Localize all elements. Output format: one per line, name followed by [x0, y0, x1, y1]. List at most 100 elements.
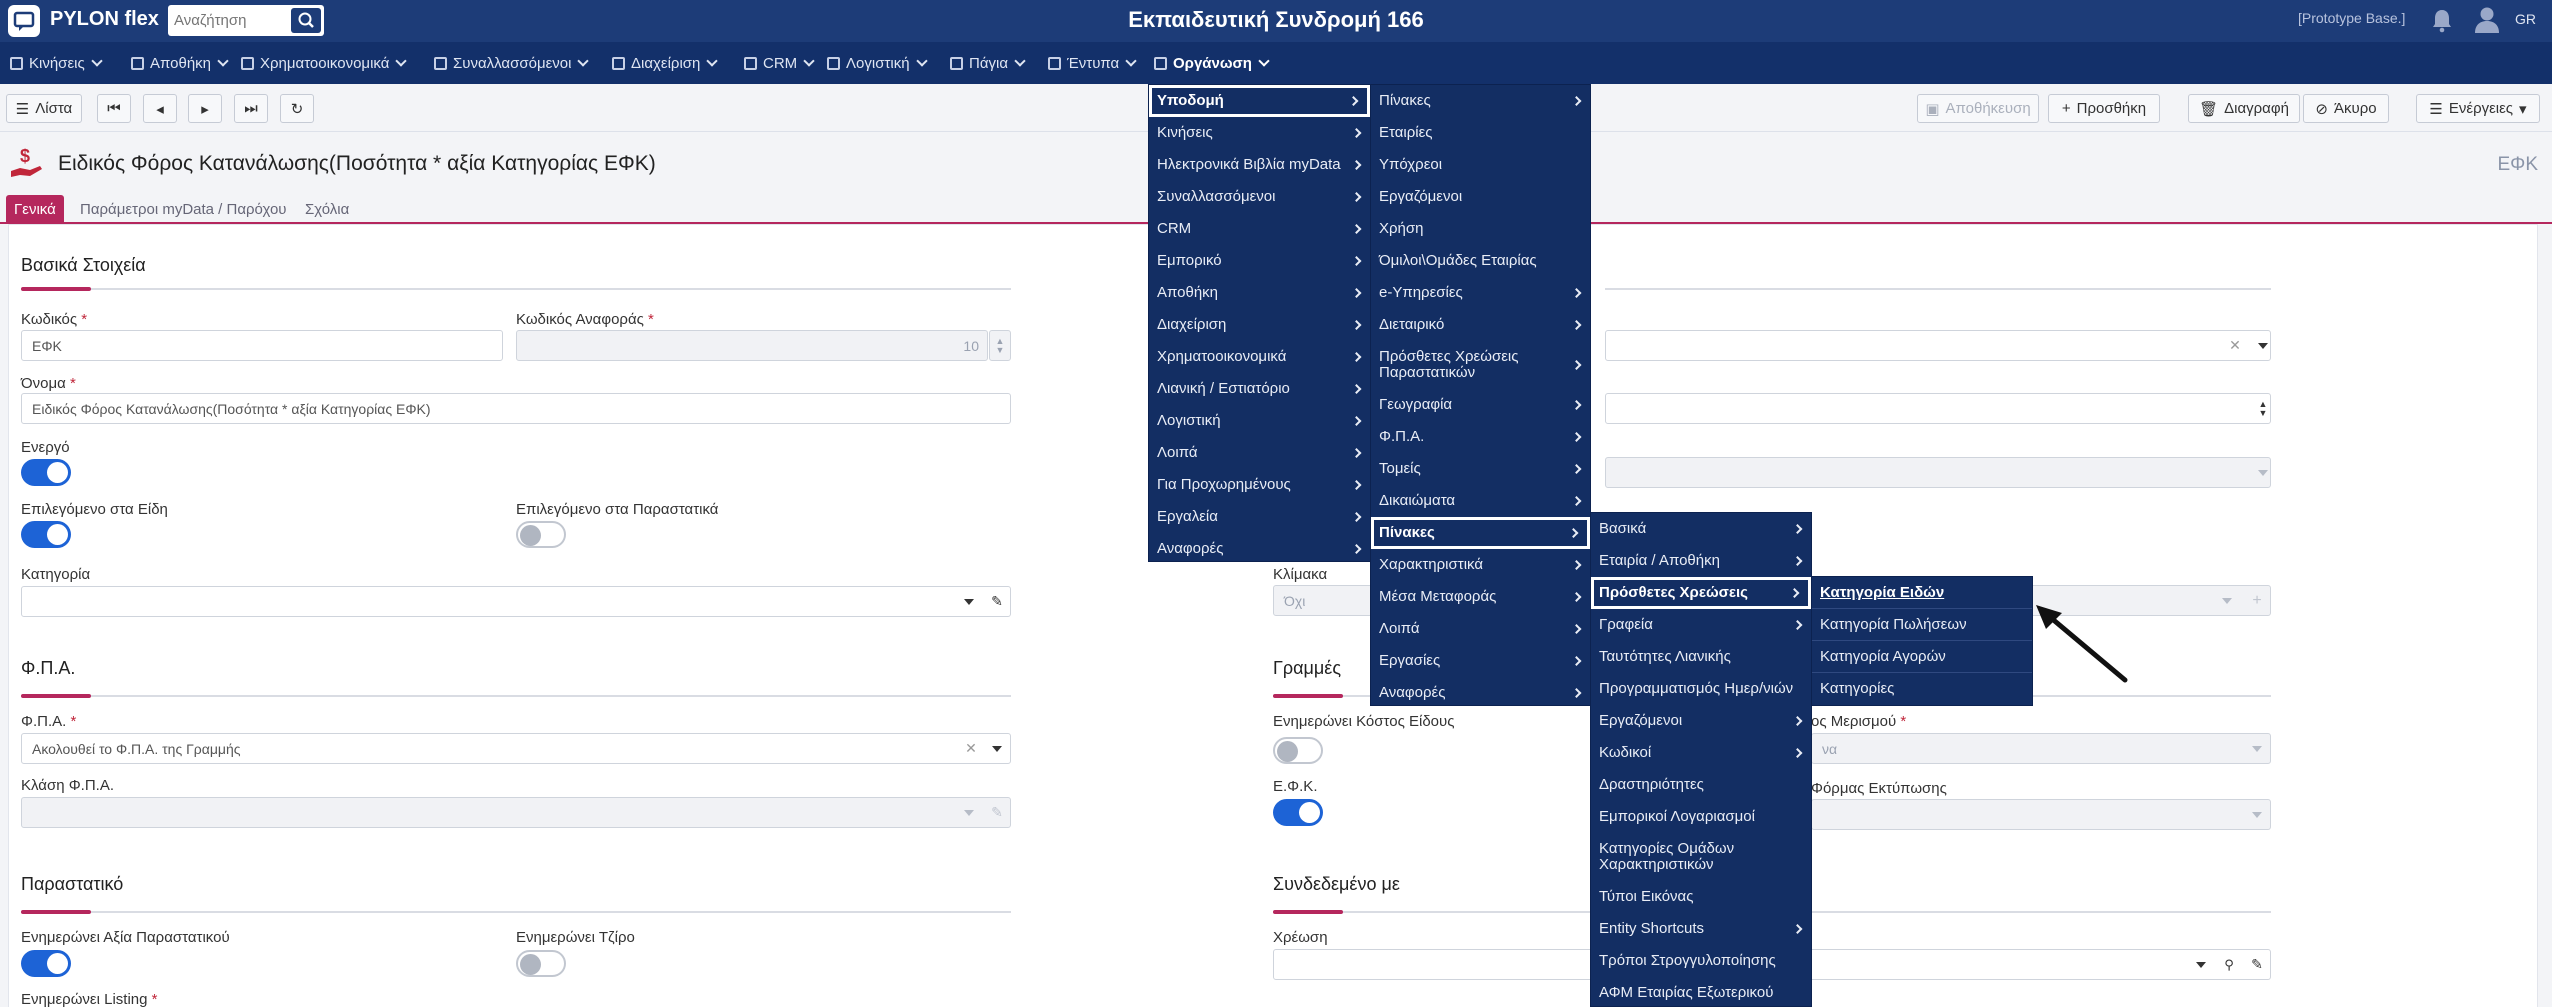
right-dropdown-arrow-2[interactable]	[2249, 457, 2277, 488]
selectable-items-toggle[interactable]	[21, 521, 71, 548]
menu2-item-dikaiomata[interactable]: Δικαιώματα	[1371, 485, 1590, 517]
name-input[interactable]: Ειδικός Φόρος Κατανάλωσης(Ποσότητα * αξί…	[21, 393, 1011, 424]
menu-logistiki[interactable]: Λογιστική	[827, 42, 928, 84]
save-button[interactable]: ▣ Αποθήκευση	[1917, 94, 2039, 123]
menu2-item-ypoxreoi[interactable]: Υπόχρεοι	[1371, 149, 1590, 181]
menu3-item-prosthetes-xreoseis[interactable]: Πρόσθετες Χρεώσεις	[1591, 577, 1811, 609]
menu3-item-programmatismos[interactable]: Προγραμματισμός Ημερ/νιών	[1591, 673, 1811, 705]
search-input[interactable]	[174, 8, 284, 33]
menu2-item-geografia[interactable]: Γεωγραφία	[1371, 389, 1590, 421]
vat-dropdown-arrow[interactable]	[983, 733, 1011, 764]
search-icon[interactable]: ⚲	[2215, 949, 2243, 980]
menu3-item-vasika[interactable]: Βασικά	[1591, 513, 1811, 545]
logo-icon[interactable]	[8, 5, 40, 37]
right-select-1[interactable]	[1605, 330, 2271, 361]
language-selector[interactable]: GR	[2515, 11, 2536, 27]
menu4-item-kathgories[interactable]: Κατηγορίες	[1812, 673, 2032, 705]
refresh-button[interactable]: ↻	[280, 94, 314, 123]
menu-synallassomenoi[interactable]: Συναλλασσόμενοι	[434, 42, 590, 84]
last-record-button[interactable]: ⏭	[234, 94, 268, 123]
selectable-docs-toggle[interactable]	[516, 521, 566, 548]
menu1-item-ypodomi[interactable]: Υποδομή	[1149, 85, 1370, 117]
user-icon[interactable]	[2473, 5, 2501, 35]
menu-entypa[interactable]: Έντυπα	[1048, 42, 1137, 84]
menu-crm[interactable]: CRM	[744, 42, 815, 84]
first-record-button[interactable]: ⏮	[97, 94, 131, 123]
actions-button[interactable]: ☰ Ενέργειες ▾	[2416, 94, 2540, 123]
menu2-item-dietairiko[interactable]: Διεταιρικό	[1371, 309, 1590, 341]
ref-code-stepper[interactable]: ▲ ▼	[989, 330, 1011, 361]
menu2-item-ergazomenoi[interactable]: Εργαζόμενοι	[1371, 181, 1590, 213]
menu2-item-xrisi[interactable]: Χρήση	[1371, 213, 1590, 245]
active-toggle[interactable]	[21, 459, 71, 486]
tab-mydata[interactable]: Παράμετροι myData / Παρόχου	[72, 195, 295, 224]
menu-diaxeirisi[interactable]: Διαχείριση	[612, 42, 719, 84]
vat-select[interactable]: Ακολουθεί το Φ.Π.Α. της Γραμμής	[21, 733, 1011, 764]
ref-code-input[interactable]: 10	[516, 330, 988, 361]
menu1-item-anafores[interactable]: Αναφορές	[1149, 533, 1370, 565]
menu2-item-e-ypiresies[interactable]: e-Υπηρεσίες	[1371, 277, 1590, 309]
menu2-item-loipa[interactable]: Λοιπά	[1371, 613, 1590, 645]
updates-cost-toggle[interactable]	[1273, 737, 1323, 764]
print-form-select[interactable]	[1811, 799, 2271, 830]
allocation-dropdown-arrow[interactable]	[2243, 733, 2271, 764]
menu3-item-emporikoi-logariasmoi[interactable]: Εμπορικοί Λογαριασμοί	[1591, 801, 1811, 833]
right-number-input[interactable]	[1605, 393, 2271, 424]
pencil-icon[interactable]: ✎	[2243, 949, 2271, 980]
previous-record-button[interactable]: ◂	[143, 94, 177, 123]
menu2-item-mesa-metaforas[interactable]: Μέσα Μεταφοράς	[1371, 581, 1590, 613]
updates-doc-value-toggle[interactable]	[21, 950, 71, 977]
next-record-button[interactable]: ▸	[188, 94, 222, 123]
menu2-item-ergasies[interactable]: Εργασίες	[1371, 645, 1590, 677]
menu1-item-crm[interactable]: CRM	[1149, 213, 1370, 245]
menu4-item-kathgoria-poliseon[interactable]: Κατηγορία Πωλήσεων	[1812, 609, 2032, 641]
efk-toggle[interactable]	[1273, 799, 1323, 826]
menu3-item-kodikoi[interactable]: Κωδικοί	[1591, 737, 1811, 769]
menu2-item-xaraktiristika[interactable]: Χαρακτηριστικά	[1371, 549, 1590, 581]
updates-turnover-toggle[interactable]	[516, 950, 566, 977]
search-button[interactable]	[291, 8, 321, 33]
list-button[interactable]: ☰ Λίστα	[6, 94, 82, 123]
menu1-item-logistiki[interactable]: Λογιστική	[1149, 405, 1370, 437]
menu-organosi[interactable]: Οργάνωση	[1154, 42, 1270, 84]
menu2-item-fpa[interactable]: Φ.Π.Α.	[1371, 421, 1590, 453]
menu1-item-mydata[interactable]: Ηλεκτρονικά Βιβλία myData	[1149, 149, 1370, 181]
menu3-item-tropoi-strogg[interactable]: Τρόποι Στρογγυλοποίησης	[1591, 945, 1811, 977]
print-form-dropdown-arrow[interactable]	[2243, 799, 2271, 830]
menu2-item-tomeis[interactable]: Τομείς	[1371, 453, 1590, 485]
code-input[interactable]: ΕΦΚ	[21, 330, 503, 361]
menu-pagia[interactable]: Πάγια	[950, 42, 1026, 84]
pencil-icon[interactable]: ✎	[983, 797, 1011, 828]
menu1-item-advanced[interactable]: Για Προχωρημένους	[1149, 469, 1370, 501]
menu3-item-etairia-apothiki[interactable]: Εταιρία / Αποθήκη	[1591, 545, 1811, 577]
scale-dropdown-arrow[interactable]	[2213, 585, 2241, 616]
menu3-item-taytotites-lianikis[interactable]: Ταυτότητες Λιανικής	[1591, 641, 1811, 673]
add-button[interactable]: + Προσθήκη	[2048, 94, 2160, 123]
allocation-select[interactable]: να	[1811, 733, 2271, 764]
clear-icon[interactable]: ✕	[2221, 330, 2249, 361]
menu3-item-drastiriotites[interactable]: Δραστηριότητες	[1591, 769, 1811, 801]
menu2-item-pinakes-selected[interactable]: Πίνακες	[1371, 517, 1590, 549]
menu4-item-kathgoria-eidon[interactable]: Κατηγορία Ειδών	[1812, 577, 2032, 609]
menu1-item-emporiko[interactable]: Εμπορικό	[1149, 245, 1370, 277]
menu-kiniseis[interactable]: Κινήσεις	[10, 42, 103, 84]
menu1-item-synallassomenoi[interactable]: Συναλλασσόμενοι	[1149, 181, 1370, 213]
menu2-item-anafores[interactable]: Αναφορές	[1371, 677, 1590, 709]
vat-class-select[interactable]	[21, 797, 1011, 828]
right-stepper[interactable]: ▲ ▼	[2249, 393, 2277, 424]
menu1-item-ergaleia[interactable]: Εργαλεία	[1149, 501, 1370, 533]
menu3-item-typoi-eikonas[interactable]: Τύποι Εικόνας	[1591, 881, 1811, 913]
charge-dropdown-arrow[interactable]	[2187, 949, 2215, 980]
clear-icon[interactable]: ✕	[957, 733, 985, 764]
bell-icon[interactable]	[2430, 7, 2454, 33]
pencil-icon[interactable]: ✎	[983, 586, 1011, 617]
right-select-2[interactable]	[1605, 457, 2271, 488]
menu-apothiki[interactable]: Αποθήκη	[131, 42, 229, 84]
menu1-item-apothiki[interactable]: Αποθήκη	[1149, 277, 1370, 309]
menu3-item-kathgories-omadon[interactable]: Κατηγορίες Ομάδων Χαρακτηριστικών	[1591, 833, 1811, 881]
menu2-item-pinakes[interactable]: Πίνακες	[1371, 85, 1590, 117]
delete-button[interactable]: 🗑 Διαγραφή	[2188, 94, 2300, 123]
menu3-item-afm-exoterikou[interactable]: ΑΦΜ Εταιρίας Εξωτερικού	[1591, 977, 1811, 1007]
scale-add-icon[interactable]: +	[2243, 585, 2271, 616]
tab-general[interactable]: Γενικά	[6, 195, 64, 224]
